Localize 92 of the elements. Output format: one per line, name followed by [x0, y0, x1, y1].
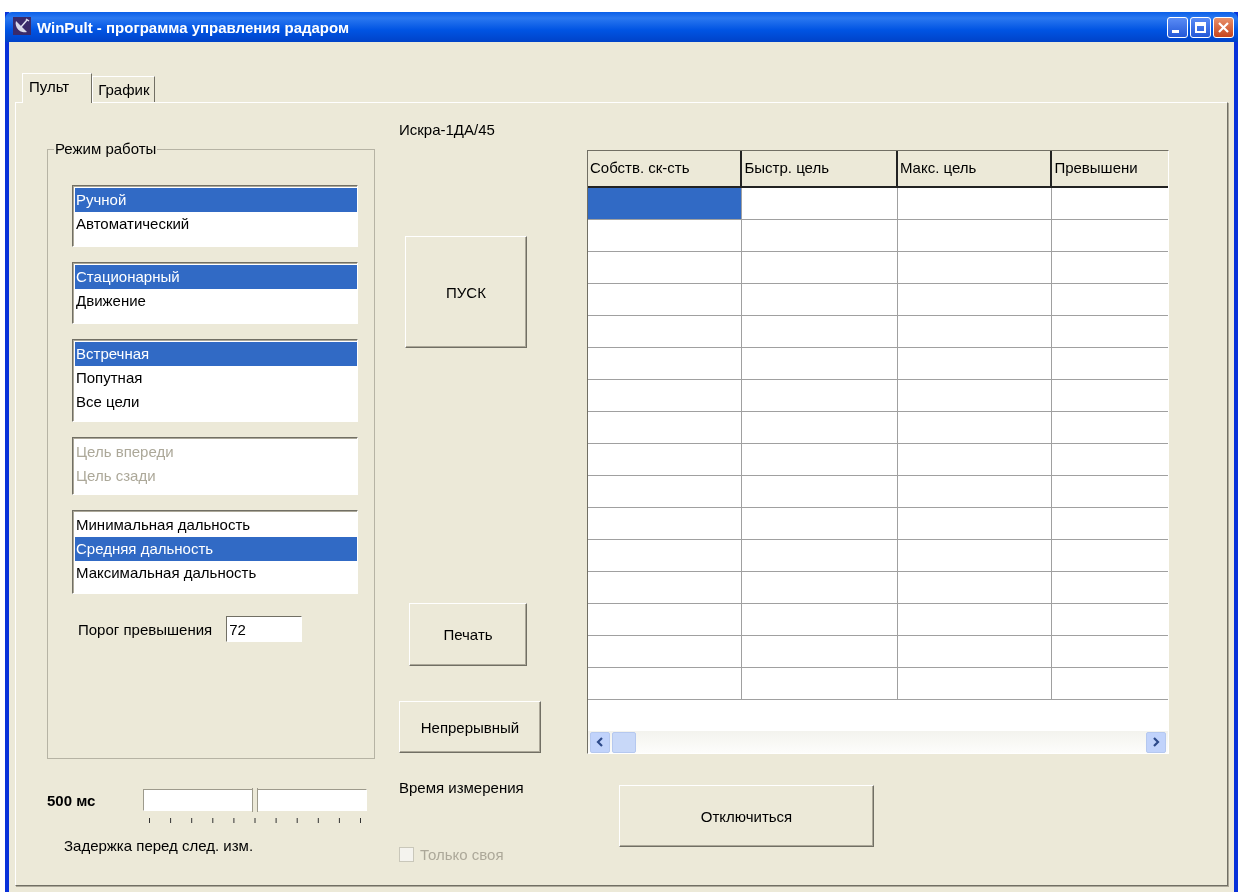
- list-item[interactable]: Попутная: [75, 366, 357, 390]
- table-cell[interactable]: [588, 380, 743, 412]
- slider-track[interactable]: [143, 789, 367, 811]
- list-item[interactable]: Средняя дальность: [75, 537, 357, 561]
- maximize-button[interactable]: [1190, 16, 1211, 38]
- table-cell[interactable]: [742, 220, 898, 252]
- disconnect-button[interactable]: Отключиться: [619, 785, 874, 847]
- list-item[interactable]: Минимальная дальность: [75, 513, 357, 537]
- print-button[interactable]: Печать: [409, 603, 527, 666]
- table-cell[interactable]: [742, 252, 898, 284]
- minimize-icon: [1172, 29, 1179, 33]
- tab[interactable]: Пульт: [22, 73, 93, 103]
- maximize-icon: [1195, 21, 1206, 33]
- table-cell[interactable]: [588, 412, 743, 444]
- scroll-thumb[interactable]: [612, 731, 636, 753]
- table-cell[interactable]: [588, 604, 743, 636]
- table-cell[interactable]: [588, 444, 743, 476]
- table-cell[interactable]: [588, 540, 743, 572]
- column-header[interactable]: Превышени: [1052, 151, 1168, 188]
- table-cell[interactable]: [897, 188, 1053, 220]
- list-item[interactable]: Движение: [75, 289, 357, 313]
- table-cell[interactable]: [742, 668, 898, 700]
- table-cell[interactable]: [897, 412, 1053, 444]
- window-title: WinPult - программа управления радаром: [37, 18, 351, 36]
- column-header[interactable]: Быстр. цель: [742, 151, 898, 188]
- delay-value: 500 мс: [47, 791, 97, 811]
- table-cell[interactable]: [897, 604, 1053, 636]
- table-cell[interactable]: [897, 380, 1053, 412]
- list-item[interactable]: Все цели: [75, 390, 357, 414]
- start-button[interactable]: ПУСК: [405, 236, 527, 348]
- table-cell[interactable]: [742, 540, 898, 572]
- list-item[interactable]: Автоматический: [75, 212, 357, 236]
- column-header[interactable]: Собств. ск-сть: [588, 151, 743, 188]
- table-cell[interactable]: [588, 476, 743, 508]
- table-cell[interactable]: [588, 284, 743, 316]
- table-cell[interactable]: [588, 508, 743, 540]
- device-label: Искра-1ДА/45: [399, 121, 496, 140]
- table-cell[interactable]: [588, 572, 743, 604]
- table-cell[interactable]: [742, 188, 898, 220]
- scroll-right-icon[interactable]: [1146, 731, 1166, 753]
- table-cell[interactable]: [897, 508, 1053, 540]
- close-button[interactable]: [1213, 16, 1234, 38]
- table-cell[interactable]: [897, 668, 1053, 700]
- table-cell[interactable]: [588, 636, 743, 668]
- list-box[interactable]: Встречная Попутная Все цели: [72, 339, 358, 422]
- threshold-field[interactable]: 72: [226, 616, 303, 642]
- satellite-dish-icon: [13, 16, 31, 38]
- table-cell[interactable]: [588, 316, 743, 348]
- list-box[interactable]: Ручной Автоматический: [72, 185, 358, 247]
- table-cell[interactable]: [742, 444, 898, 476]
- table-cell[interactable]: [742, 284, 898, 316]
- table-cell[interactable]: [742, 380, 898, 412]
- table-cell[interactable]: [588, 348, 743, 380]
- table-cell[interactable]: [897, 284, 1053, 316]
- table-cell[interactable]: [897, 348, 1053, 380]
- table-cell[interactable]: [588, 668, 743, 700]
- table-cell[interactable]: [742, 508, 898, 540]
- minimize-button[interactable]: [1167, 16, 1188, 38]
- continuous-button[interactable]: Непрерывный: [399, 701, 541, 753]
- table-cell[interactable]: [742, 412, 898, 444]
- column-header[interactable]: Макс. цель: [897, 151, 1053, 188]
- table-cell[interactable]: [588, 188, 743, 220]
- table-cell[interactable]: [897, 444, 1053, 476]
- table-cell[interactable]: [897, 572, 1053, 604]
- table-cell[interactable]: [897, 540, 1053, 572]
- table-cell[interactable]: [588, 252, 743, 284]
- table-cell[interactable]: [897, 252, 1053, 284]
- measure-time-label: Время измерения: [399, 779, 525, 796]
- list-item[interactable]: Встречная: [75, 342, 357, 366]
- table-cell[interactable]: [742, 636, 898, 668]
- table-cell[interactable]: [588, 220, 743, 252]
- list-box[interactable]: Стационарный Движение: [72, 262, 358, 324]
- table-cell[interactable]: [897, 220, 1053, 252]
- scroll-left-icon[interactable]: [590, 731, 610, 753]
- list-item[interactable]: Максимальная дальность: [75, 561, 357, 585]
- horizontal-scrollbar[interactable]: [588, 731, 1168, 753]
- table-cell[interactable]: [897, 316, 1053, 348]
- threshold-label: Порог превышения: [78, 620, 213, 638]
- table-cell[interactable]: [742, 572, 898, 604]
- list-box[interactable]: Минимальная дальность Средняя дальность Максимальная дальность: [72, 510, 358, 594]
- table-cell[interactable]: [742, 348, 898, 380]
- close-icon: [1218, 21, 1229, 33]
- tab[interactable]: График: [92, 76, 156, 102]
- table-cell[interactable]: [742, 604, 898, 636]
- list-item[interactable]: Стационарный: [75, 265, 357, 289]
- table-cell[interactable]: [897, 476, 1053, 508]
- list-item[interactable]: Ручной: [75, 188, 357, 212]
- table-cell[interactable]: [742, 476, 898, 508]
- table-cell[interactable]: [742, 316, 898, 348]
- table-cell[interactable]: [897, 636, 1053, 668]
- group-title: Режим работы: [54, 140, 158, 158]
- delay-caption: Задержка перед след. изм.: [64, 837, 255, 854]
